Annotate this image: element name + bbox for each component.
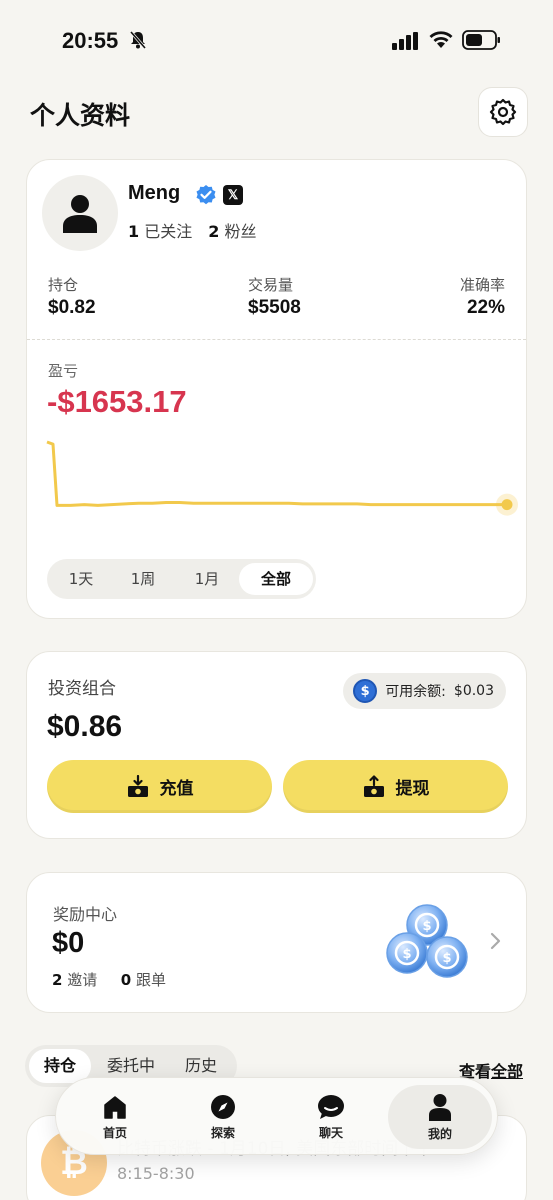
- copy-trade-label: 跟单: [136, 971, 167, 989]
- portfolio-value: $0.86: [47, 710, 123, 743]
- coins-illustration-icon: $ $ $: [386, 904, 468, 978]
- range-tab-1w[interactable]: 1周: [113, 563, 173, 595]
- stat-volume: 交易量 $5508: [248, 274, 301, 319]
- nav-me[interactable]: 我的: [388, 1085, 492, 1149]
- rewards-stats: 2 邀请 0 跟单: [52, 969, 166, 990]
- range-tabs: 1天 1周 1月 全部: [47, 559, 316, 599]
- stat-holdings: 持仓 $0.82: [48, 274, 96, 319]
- nav-chat[interactable]: 聊天: [276, 1078, 386, 1156]
- range-tab-all[interactable]: 全部: [239, 563, 313, 595]
- followers-label[interactable]: 粉丝: [224, 222, 256, 241]
- svg-text:$: $: [442, 951, 451, 966]
- usdc-icon: $: [353, 679, 378, 703]
- position-time: 8:15-8:30: [117, 1164, 195, 1183]
- withdraw-label: 提现: [395, 779, 430, 799]
- stat-holdings-value: $0.82: [48, 297, 96, 318]
- gear-icon: [489, 98, 517, 126]
- nav-home[interactable]: 首页: [60, 1078, 170, 1156]
- stat-accuracy-value: 22%: [466, 297, 505, 318]
- available-balance-label: 可用余额:: [385, 684, 446, 700]
- available-balance: $ 可用余额: $0.03: [343, 673, 506, 709]
- deposit-label: 充值: [159, 779, 194, 799]
- nav-explore-label: 探索: [210, 1125, 235, 1140]
- withdraw-icon: [363, 774, 384, 797]
- rewards-card[interactable]: 奖励中心 $0 2 邀请 0 跟单 $ $ $: [26, 872, 527, 1013]
- chevron-right-icon: [490, 932, 501, 950]
- range-tab-1m[interactable]: 1月: [177, 563, 237, 595]
- compass-icon: [211, 1094, 235, 1119]
- deposit-button[interactable]: 充值: [47, 760, 272, 813]
- stat-volume-label: 交易量: [248, 276, 294, 294]
- pnl-value: -$1653.17: [47, 384, 187, 419]
- divider: [27, 339, 526, 340]
- invites-label: 邀请: [67, 971, 98, 989]
- status-bar: 20:55: [0, 0, 553, 80]
- home-icon: [104, 1095, 126, 1119]
- chat-icon: [318, 1094, 344, 1119]
- battery-icon: [462, 30, 500, 50]
- wifi-icon: [429, 31, 453, 48]
- follow-stats: 1 已关注 2 粉丝: [128, 218, 257, 242]
- pnl-label: 盈亏: [48, 362, 79, 380]
- copy-trade-count: 0: [120, 971, 132, 989]
- pnl-chart: [46, 440, 518, 516]
- person-icon: [429, 1093, 451, 1121]
- bell-muted-icon: [129, 31, 147, 49]
- bottom-nav: 首页 探索 聊天 我的: [55, 1077, 498, 1155]
- x-link-icon[interactable]: 𝕏: [223, 185, 243, 205]
- page-title: 个人资料: [30, 101, 131, 130]
- invites-count: 2: [52, 971, 63, 989]
- settings-button[interactable]: [478, 87, 528, 137]
- svg-text:$: $: [422, 919, 431, 934]
- cell-signal-icon: [392, 32, 418, 50]
- followers-count: 2: [208, 222, 220, 241]
- verified-badge-icon: [196, 185, 216, 205]
- stat-volume-value: $5508: [248, 297, 301, 318]
- portfolio-title: 投资组合: [48, 679, 116, 699]
- deposit-icon: [127, 774, 148, 797]
- nav-chat-label: 聊天: [318, 1125, 343, 1140]
- view-all-underlined: 全部: [490, 1062, 523, 1081]
- svg-text:$: $: [402, 947, 411, 962]
- stat-accuracy-label: 准确率: [459, 276, 505, 294]
- stat-holdings-label: 持仓: [48, 276, 79, 294]
- following-count: 1: [128, 222, 140, 241]
- available-balance-value: $0.03: [453, 683, 494, 699]
- stat-accuracy: 准确率 22%: [460, 274, 505, 319]
- pnl-series-line: [46, 440, 507, 507]
- withdraw-button[interactable]: 提现: [283, 760, 508, 813]
- rewards-value: $0: [52, 927, 85, 959]
- portfolio-card: 投资组合 $ 可用余额: $0.03 $0.86 充值 提现: [26, 651, 527, 839]
- username: Meng: [128, 182, 181, 204]
- status-time: 20:55: [62, 28, 119, 53]
- range-tab-1d[interactable]: 1天: [51, 563, 111, 595]
- person-icon: [63, 195, 97, 233]
- avatar[interactable]: [42, 175, 118, 251]
- nav-home-label: 首页: [102, 1125, 127, 1140]
- following-label[interactable]: 已关注: [144, 222, 192, 241]
- rewards-title: 奖励中心: [53, 905, 118, 924]
- pnl-last-point: [501, 499, 513, 511]
- nav-explore[interactable]: 探索: [168, 1078, 278, 1156]
- nav-me-label: 我的: [427, 1126, 452, 1141]
- profile-card: Meng 𝕏 1 已关注 2 粉丝 持仓 $0.82 交易量 $5508 准确率 …: [26, 159, 527, 619]
